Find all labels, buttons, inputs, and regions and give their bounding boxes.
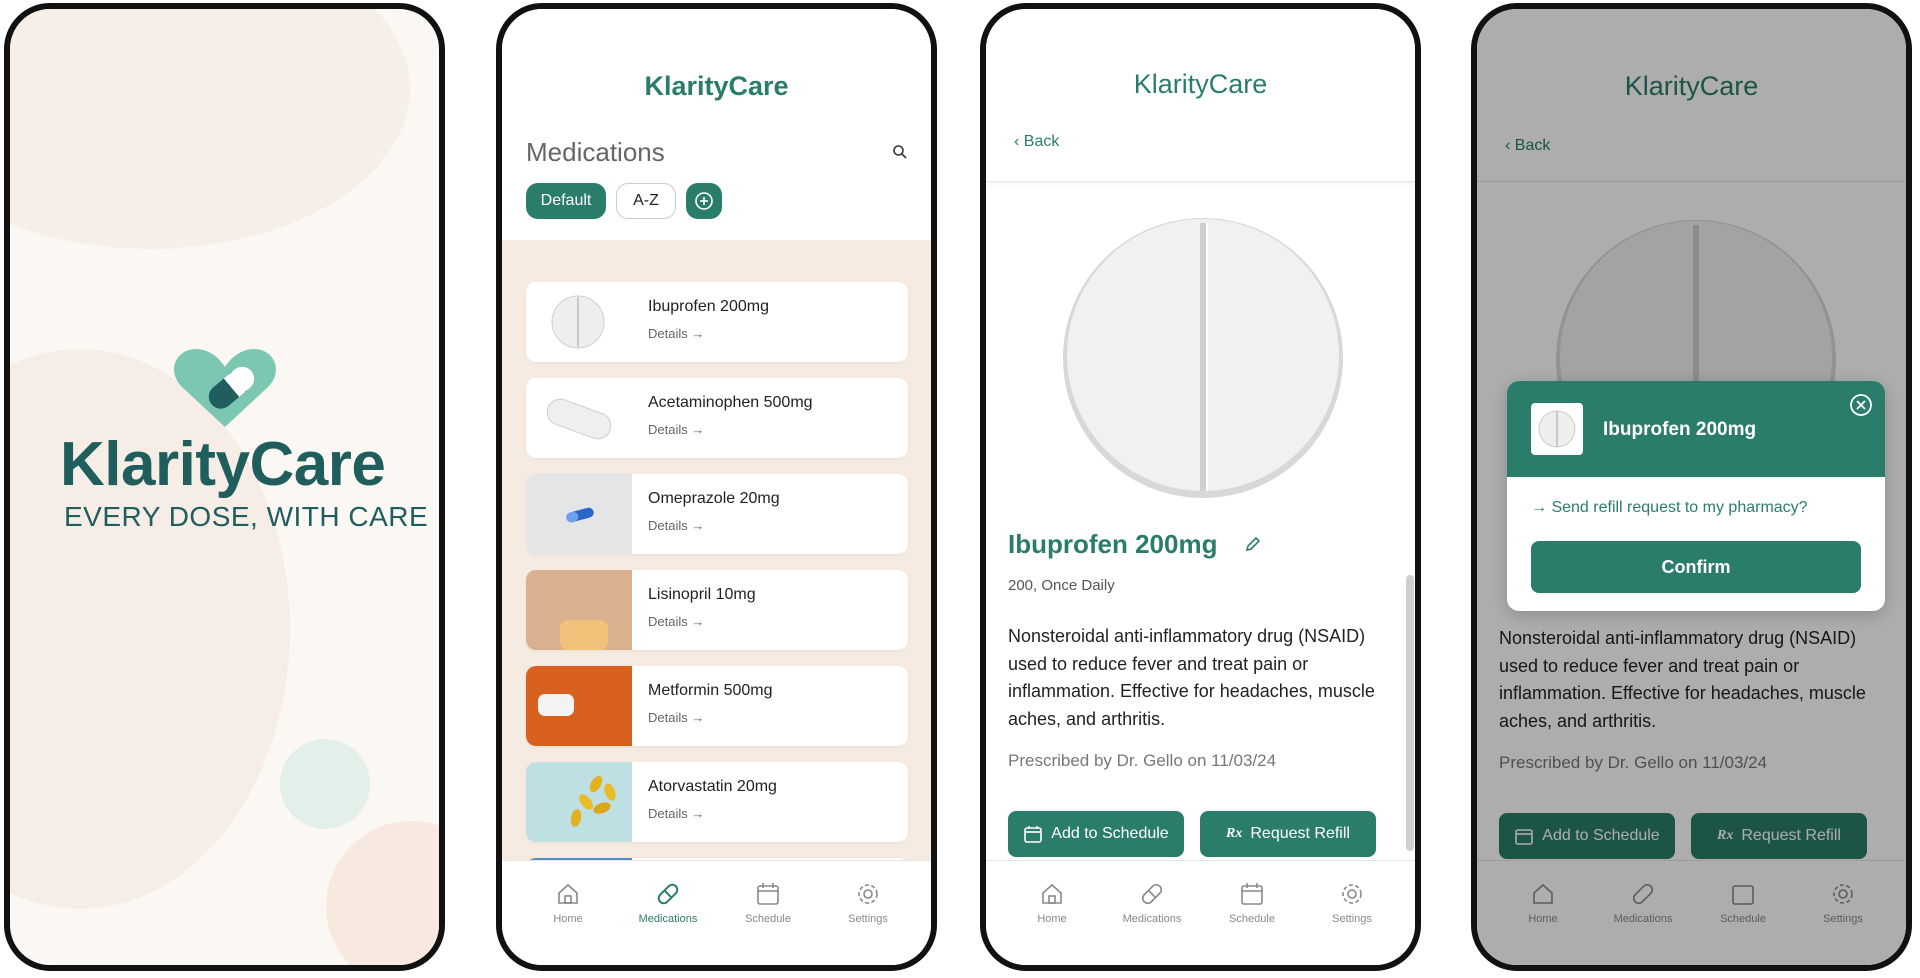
back-button[interactable]: ‹ Back xyxy=(1014,133,1059,151)
request-refill-button[interactable]: Rx Request Refill xyxy=(1200,811,1376,857)
add-to-schedule-button[interactable]: Add to Schedule xyxy=(1008,811,1184,857)
sort-default-chip[interactable]: Default xyxy=(526,183,606,219)
background-dot xyxy=(280,739,370,829)
calendar-icon xyxy=(1024,826,1043,843)
dosage-text: 200, Once Daily xyxy=(1008,577,1115,594)
dialog-title: Ibuprofen 200mg xyxy=(1603,419,1757,440)
medication-detail-screen: KlarityCare ‹ Back Ibuprofen 200mg 200, … xyxy=(980,3,1421,971)
chevron-left-icon: ‹ xyxy=(1014,133,1020,150)
medication-thumbnail xyxy=(1531,403,1583,455)
pencil-icon[interactable] xyxy=(1244,535,1262,553)
medication-thumbnail xyxy=(526,762,632,842)
nav-medications[interactable]: Medications xyxy=(1102,881,1202,925)
nav-label: Schedule xyxy=(745,913,791,925)
nav-settings[interactable]: Settings xyxy=(1302,881,1402,925)
medication-name: Metformin 500mg xyxy=(648,682,773,699)
nav-schedule[interactable]: Schedule xyxy=(1202,881,1302,925)
logo-wordmark: KlarityCare xyxy=(60,430,386,499)
background-dot xyxy=(326,821,439,965)
nav-medications[interactable]: Medications xyxy=(618,881,718,925)
button-label: Add to Schedule xyxy=(1051,825,1169,842)
sort-az-chip[interactable]: A-Z xyxy=(616,183,676,219)
bottom-nav: Home Medications Schedule Settings xyxy=(502,860,931,965)
nav-label: Home xyxy=(1037,913,1067,925)
list-item[interactable]: Ibuprofen 200mg Details → xyxy=(526,282,908,362)
prescribed-by-text: Prescribed by Dr. Gello on 11/03/24 xyxy=(1008,751,1277,770)
home-icon xyxy=(1042,883,1062,904)
details-link[interactable]: Details → xyxy=(648,326,704,341)
gear-icon xyxy=(858,884,878,904)
nav-label: Medications xyxy=(638,913,698,925)
details-link[interactable]: Details → xyxy=(648,518,704,533)
app-title: KlarityCare xyxy=(644,71,789,101)
list-item[interactable]: Acetaminophen 500mg Details → xyxy=(526,378,908,458)
refill-prompt-text: Send refill request to my pharmacy? xyxy=(1551,499,1808,516)
medication-name: Atorvastatin 20mg xyxy=(648,778,777,795)
list-item[interactable]: Omeprazole 20mg Details → xyxy=(526,474,908,554)
list-item[interactable]: Lisinopril 10mg Details → xyxy=(526,570,908,650)
medication-thumbnail xyxy=(526,666,632,746)
details-link[interactable]: Details → xyxy=(648,710,704,725)
scrollbar[interactable] xyxy=(1406,575,1414,851)
medication-name: Ibuprofen 200mg xyxy=(648,298,769,315)
list-item[interactable]: Metformin 500mg Details → xyxy=(526,666,908,746)
medication-image xyxy=(1063,218,1343,498)
nav-home[interactable]: Home xyxy=(518,881,618,925)
bottom-nav: Home Medications Schedule Settings xyxy=(986,860,1415,965)
calendar-icon xyxy=(1241,883,1263,905)
close-circle-icon[interactable] xyxy=(1849,393,1873,417)
home-icon xyxy=(558,883,578,904)
arrow-right-icon: → xyxy=(1531,499,1552,516)
nav-label: Schedule xyxy=(1229,913,1275,925)
nav-schedule[interactable]: Schedule xyxy=(718,881,818,925)
medication-title: Ibuprofen 200mg xyxy=(1008,529,1218,559)
medication-thumbnail xyxy=(526,570,632,650)
calendar-icon xyxy=(757,883,779,905)
list-item[interactable]: Atorvastatin 20mg Details → xyxy=(526,762,908,842)
details-link[interactable]: Details → xyxy=(648,422,704,437)
medication-thumbnail xyxy=(526,282,632,362)
details-link[interactable]: Details → xyxy=(648,806,704,821)
tagline: EVERY DOSE, WITH CARE xyxy=(64,501,429,532)
description-text: Nonsteroidal anti-inflammatory drug (NSA… xyxy=(1008,626,1375,729)
nav-label: Settings xyxy=(1332,913,1372,925)
background-blob xyxy=(10,9,410,249)
refill-dialog: Ibuprofen 200mg → Send refill request to… xyxy=(1507,381,1885,611)
details-link[interactable]: Details → xyxy=(648,614,704,629)
nav-home[interactable]: Home xyxy=(1002,881,1102,925)
medication-thumbnail xyxy=(526,474,632,554)
confirm-button[interactable]: Confirm xyxy=(1531,541,1861,593)
pill-icon xyxy=(657,883,679,905)
add-circle-icon[interactable] xyxy=(686,183,722,219)
search-icon[interactable] xyxy=(892,144,908,160)
gear-icon xyxy=(1342,884,1362,904)
medication-list: Ibuprofen 200mg Details → Acetaminophen … xyxy=(502,240,931,882)
medication-name: Lisinopril 10mg xyxy=(648,586,756,603)
back-label: Back xyxy=(1023,133,1060,150)
nav-settings[interactable]: Settings xyxy=(818,881,918,925)
heart-pill-logo xyxy=(174,349,276,427)
refill-modal-screen: KlarityCare ‹ Back Nonsteroidal anti-inf… xyxy=(1471,3,1912,971)
medications-screen: KlarityCare Medications Default A-Z Ibup… xyxy=(496,3,937,971)
medication-thumbnail xyxy=(526,378,632,458)
button-label: Request Refill xyxy=(1250,825,1350,842)
rx-icon: Rx xyxy=(1226,826,1243,841)
pill-icon xyxy=(1141,883,1163,905)
app-title: KlarityCare xyxy=(1133,69,1268,99)
refill-prompt: → Send refill request to my pharmacy? xyxy=(1531,499,1808,517)
page-title: Medications xyxy=(526,137,665,167)
nav-label: Settings xyxy=(848,913,888,925)
nav-label: Home xyxy=(553,913,583,925)
nav-label: Medications xyxy=(1122,913,1182,925)
medication-name: Omeprazole 20mg xyxy=(648,490,780,507)
splash-screen: KlarityCare EVERY DOSE, WITH CARE xyxy=(4,3,445,971)
medication-name: Acetaminophen 500mg xyxy=(648,394,813,411)
